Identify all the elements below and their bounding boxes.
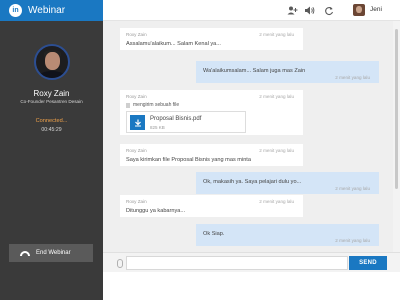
- file-attachment[interactable]: Proposal Bisnis.pdf 825 KB: [126, 111, 246, 133]
- user-avatar[interactable]: [353, 4, 365, 16]
- file-note: mengirim sebuah file: [126, 102, 179, 108]
- scroll-thumb[interactable]: [395, 29, 398, 189]
- message-incoming: Roxy Zain 2 menit yang lalu Ditunggu ya …: [120, 195, 303, 217]
- message-text: Ditunggu ya kabarnya...: [126, 208, 186, 214]
- presenter-name: Roxy Zain: [33, 89, 70, 98]
- hang-up-icon: [20, 250, 30, 256]
- attach-icon[interactable]: [117, 259, 123, 268]
- connection-status: Connected...: [35, 118, 68, 124]
- message-composer: SEND: [103, 252, 400, 272]
- message-outgoing: Ok Siap. 2 menit yang lalu: [196, 224, 379, 246]
- message-time: 2 menit yang lalu: [259, 94, 294, 99]
- download-icon[interactable]: [130, 115, 145, 130]
- add-user-icon[interactable]: [287, 5, 298, 16]
- message-sender: Roxy Zain: [126, 94, 147, 99]
- presenter-role: Co-Founder Pesantren Desain: [20, 99, 83, 104]
- file-note-text: mengirim sebuah file: [133, 102, 180, 108]
- end-webinar-button[interactable]: End Webinar: [9, 244, 93, 262]
- document-icon: [126, 102, 130, 108]
- message-text: Ok Siap.: [203, 231, 225, 237]
- send-button[interactable]: SEND: [349, 256, 387, 270]
- message-sender: Roxy Zain: [126, 32, 147, 37]
- session-timer: 00:45:29: [41, 127, 62, 133]
- message-incoming: Roxy Zain 2 menit yang lalu Saya kirimka…: [120, 144, 303, 166]
- message-time: 2 menit yang lalu: [335, 238, 370, 243]
- message-time: 2 menit yang lalu: [259, 148, 294, 153]
- volume-icon[interactable]: [304, 5, 315, 16]
- message-text: Wa'alaikumsalam... Salam juga mas Zain: [203, 68, 306, 74]
- message-time: 2 menit yang lalu: [259, 32, 294, 37]
- brand-header: in Webinar: [0, 0, 103, 21]
- message-outgoing: Wa'alaikumsalam... Salam juga mas Zain 2…: [196, 61, 379, 83]
- message-time: 2 menit yang lalu: [259, 199, 294, 204]
- refresh-icon[interactable]: [323, 5, 334, 16]
- message-incoming-file: Roxy Zain 2 menit yang lalu mengirim seb…: [120, 90, 303, 135]
- message-time: 2 menit yang lalu: [335, 186, 370, 191]
- message-text: Saya kirimkan file Proposal Bisnis yang …: [126, 157, 251, 163]
- message-text: Assalamu'alaikum... Salam Kenal ya...: [126, 41, 221, 47]
- message-sender: Roxy Zain: [126, 148, 147, 153]
- app-title: Webinar: [28, 5, 66, 16]
- app-logo: in: [9, 4, 22, 17]
- message-text: Ok, makasih ya. Saya pelajari dulu yo...: [203, 179, 302, 185]
- end-webinar-label: End Webinar: [36, 250, 71, 256]
- file-name: Proposal Bisnis.pdf: [150, 116, 202, 122]
- message-input[interactable]: [126, 256, 348, 270]
- footer: [103, 272, 400, 300]
- message-incoming: Roxy Zain 2 menit yang lalu Assalamu'ala…: [120, 28, 303, 50]
- sidebar: in Webinar Roxy Zain Co-Founder Pesantre…: [0, 0, 103, 300]
- message-sender: Roxy Zain: [126, 199, 147, 204]
- user-name[interactable]: Jeni: [370, 6, 382, 13]
- chat-scrollbar[interactable]: [393, 21, 400, 252]
- presenter-avatar: [34, 44, 70, 80]
- message-outgoing: Ok, makasih ya. Saya pelajari dulu yo...…: [196, 172, 379, 194]
- top-bar: Jeni: [103, 0, 400, 21]
- file-size: 825 KB: [150, 125, 165, 130]
- message-time: 2 menit yang lalu: [335, 75, 370, 80]
- chat-area: Roxy Zain 2 menit yang lalu Assalamu'ala…: [103, 21, 400, 252]
